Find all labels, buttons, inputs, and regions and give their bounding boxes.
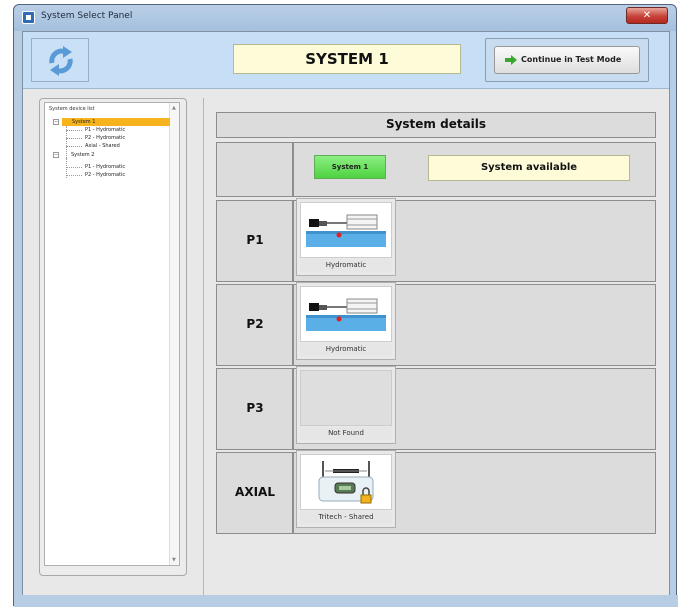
tree-connector bbox=[66, 138, 82, 139]
details-title: System details bbox=[385, 117, 487, 131]
window-icon bbox=[22, 11, 35, 24]
device-tree-panel: System device list ▲ ▼ − System 1 P1 - H… bbox=[39, 98, 187, 576]
continue-button-face[interactable]: Continue in Test Mode bbox=[494, 46, 640, 74]
tree-item-system-1[interactable]: System 1 bbox=[62, 118, 170, 126]
p3-device-card[interactable]: Not Found bbox=[296, 366, 396, 444]
tree-item-p2[interactable]: P2 - Hydromatic bbox=[85, 134, 125, 142]
tritech-device-icon bbox=[300, 454, 392, 510]
collapse-icon[interactable]: − bbox=[53, 119, 59, 125]
tree-connector bbox=[66, 126, 67, 160]
p1-label-cell: P1 bbox=[216, 200, 293, 282]
collapse-icon[interactable]: − bbox=[53, 152, 59, 158]
scroll-down-icon[interactable]: ▼ bbox=[172, 557, 176, 563]
title-bar[interactable]: System Select Panel ✕ bbox=[14, 5, 676, 29]
axial-device-card[interactable]: Tritech - Shared bbox=[296, 450, 396, 528]
hydromatic-pump-icon bbox=[300, 202, 392, 258]
details-corner-cell bbox=[216, 142, 293, 197]
tree-item-p1[interactable]: P1 - Hydromatic bbox=[85, 163, 125, 171]
tree-scrollbar[interactable]: ▲ ▼ bbox=[169, 103, 179, 565]
tree-caption: System device list bbox=[49, 106, 95, 112]
window-bottom-frame bbox=[14, 595, 678, 607]
row-label-p1: P1 bbox=[246, 233, 264, 247]
system-1-button[interactable]: System 1 bbox=[314, 155, 386, 179]
row-label-axial: AXIAL bbox=[235, 485, 275, 499]
tree-connector bbox=[66, 146, 82, 147]
header-bar: SYSTEM 1 Continue in Test Mode bbox=[23, 32, 669, 89]
p1-device-card[interactable]: Hydromatic bbox=[296, 198, 396, 276]
axial-label-cell: AXIAL bbox=[216, 452, 293, 534]
refresh-button[interactable] bbox=[31, 38, 89, 82]
refresh-arrows-icon bbox=[49, 46, 73, 76]
p2-label-cell: P2 bbox=[216, 284, 293, 366]
p2-device-card[interactable]: Hydromatic bbox=[296, 282, 396, 360]
axial-device-label: Tritech - Shared bbox=[300, 511, 392, 524]
continue-label: Continue in Test Mode bbox=[521, 55, 622, 64]
empty-device-slot bbox=[300, 370, 392, 426]
tree-connector bbox=[66, 167, 82, 168]
p3-label-cell: P3 bbox=[216, 368, 293, 450]
hydromatic-pump-icon bbox=[300, 286, 392, 342]
p2-device-label: Hydromatic bbox=[300, 343, 392, 356]
p3-device-label: Not Found bbox=[300, 427, 392, 440]
green-arrow-icon bbox=[505, 55, 517, 65]
scroll-up-icon[interactable]: ▲ bbox=[172, 105, 176, 111]
device-tree[interactable]: System device list ▲ ▼ − System 1 P1 - H… bbox=[44, 102, 180, 566]
details-header: System details bbox=[216, 112, 656, 138]
system-title-field: SYSTEM 1 bbox=[233, 44, 461, 74]
tree-item-axial[interactable]: Axial - Shared bbox=[85, 142, 120, 150]
row-label-p3: P3 bbox=[246, 401, 264, 415]
row-label-p2: P2 bbox=[246, 317, 264, 331]
tree-item-p2[interactable]: P2 - Hydromatic bbox=[85, 171, 125, 179]
close-button[interactable]: ✕ bbox=[626, 7, 668, 24]
tree-connector bbox=[66, 175, 82, 176]
system-select-window: System Select Panel ✕ SYSTEM 1 Continue … bbox=[13, 4, 678, 607]
p1-device-label: Hydromatic bbox=[300, 259, 392, 272]
tree-connector bbox=[66, 130, 82, 131]
window-title: System Select Panel bbox=[41, 11, 133, 21]
system-status-field: System available bbox=[428, 155, 630, 181]
panel-divider bbox=[203, 98, 204, 600]
tree-item-system-2[interactable]: System 2 bbox=[71, 151, 94, 159]
tree-item-p1[interactable]: P1 - Hydromatic bbox=[85, 126, 125, 134]
continue-test-mode-button[interactable]: Continue in Test Mode bbox=[485, 38, 649, 82]
